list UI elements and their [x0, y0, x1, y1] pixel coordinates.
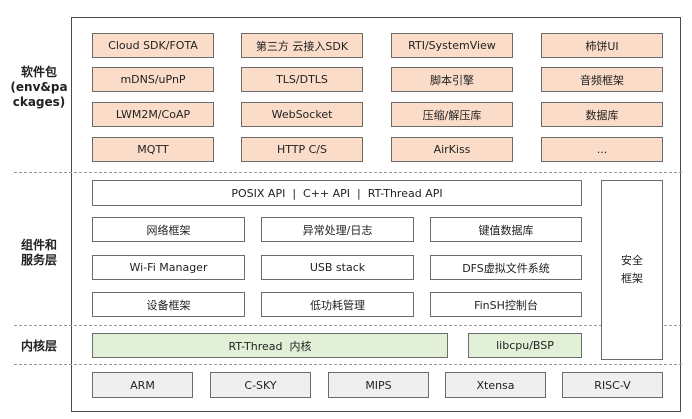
- component-label: DFS虚拟文件系统: [462, 261, 550, 275]
- package-label: ...: [596, 143, 608, 156]
- package-box: RTI/SystemView: [391, 33, 513, 58]
- component-label: 键值数据库: [478, 223, 534, 237]
- component-box: USB stack: [261, 255, 414, 280]
- package-box: TLS/DTLS: [241, 67, 363, 92]
- component-box: 键值数据库: [430, 217, 582, 242]
- package-box: 柿饼UI: [541, 33, 663, 58]
- kernel-label: RT-Thread 内核: [228, 339, 312, 353]
- component-box: 设备框架: [92, 292, 245, 317]
- package-label: 脚本引擎: [430, 73, 474, 87]
- package-label: LWM2M/CoAP: [115, 108, 191, 121]
- arch-box: RISC-V: [562, 372, 663, 398]
- bsp-label: libcpu/BSP: [496, 339, 554, 352]
- api-bar-label: POSIX API | C++ API | RT-Thread API: [231, 186, 443, 200]
- component-label: 异常处理/日志: [302, 223, 373, 237]
- package-label: mDNS/uPnP: [120, 73, 186, 86]
- arch-label: RISC-V: [594, 378, 631, 392]
- package-box: ...: [541, 137, 663, 162]
- component-box: DFS虚拟文件系统: [430, 255, 582, 280]
- package-label: WebSocket: [271, 108, 333, 121]
- component-label: Wi-Fi Manager: [129, 261, 208, 274]
- layer-label-kernel: 内核层: [8, 339, 70, 354]
- package-label: MQTT: [137, 143, 169, 156]
- bsp-box: libcpu/BSP: [468, 333, 582, 358]
- component-label: USB stack: [309, 261, 366, 274]
- package-label: 音频框架: [580, 73, 624, 87]
- component-label: 低功耗管理: [310, 298, 365, 312]
- package-box: 脚本引擎: [391, 67, 513, 92]
- arch-label: ARM: [130, 378, 155, 392]
- arch-box: ARM: [92, 372, 193, 398]
- package-box: LWM2M/CoAP: [92, 102, 214, 127]
- component-label: 设备框架: [146, 298, 191, 312]
- layer-separator: [14, 325, 682, 326]
- arch-label: Xtensa: [476, 378, 515, 392]
- component-box: Wi-Fi Manager: [92, 255, 245, 280]
- package-box: WebSocket: [241, 102, 363, 127]
- arch-label: MIPS: [365, 378, 392, 392]
- package-box: 压缩/解压库: [391, 102, 513, 127]
- package-label: Cloud SDK/FOTA: [108, 39, 198, 52]
- layer-label-text: 软件包 (env&pa ckages): [10, 65, 68, 109]
- arch-label: C-SKY: [244, 378, 277, 392]
- component-box: FinSH控制台: [430, 292, 582, 317]
- layer-label-text: 组件和 服务层: [20, 238, 57, 267]
- package-box: Cloud SDK/FOTA: [92, 33, 214, 58]
- package-label: 第三方 云接入SDK: [255, 39, 349, 53]
- component-box: 网络框架: [92, 217, 245, 242]
- arch-box: MIPS: [328, 372, 429, 398]
- package-label: 柿饼UI: [585, 39, 619, 53]
- package-box: HTTP C/S: [241, 137, 363, 162]
- package-box: 音频框架: [541, 67, 663, 92]
- layer-separator: [14, 364, 682, 365]
- package-label: AirKiss: [433, 143, 471, 156]
- security-framework-box: 安全 框架: [601, 180, 663, 360]
- package-box: MQTT: [92, 137, 214, 162]
- component-box: 异常处理/日志: [261, 217, 414, 242]
- layer-label-software-packages: 软件包 (env&pa ckages): [8, 65, 70, 110]
- package-box: 第三方 云接入SDK: [241, 33, 363, 58]
- package-box: 数据库: [541, 102, 663, 127]
- package-label: RTI/SystemView: [408, 39, 496, 52]
- package-label: TLS/DTLS: [276, 73, 328, 86]
- component-label: 网络框架: [146, 223, 191, 237]
- layer-separator: [14, 172, 682, 173]
- layer-label-text: 内核层: [20, 339, 57, 353]
- package-label: 压缩/解压库: [422, 108, 482, 122]
- component-box: 低功耗管理: [261, 292, 414, 317]
- arch-box: C-SKY: [210, 372, 311, 398]
- package-box: mDNS/uPnP: [92, 67, 214, 92]
- layer-label-components: 组件和 服务层: [8, 238, 70, 268]
- security-framework-label: 安全 框架: [621, 254, 643, 285]
- package-label: HTTP C/S: [276, 143, 327, 156]
- api-bar: POSIX API | C++ API | RT-Thread API: [92, 180, 582, 206]
- kernel-box: RT-Thread 内核: [92, 333, 448, 358]
- package-box: AirKiss: [391, 137, 513, 162]
- package-label: 数据库: [585, 108, 619, 122]
- component-label: FinSH控制台: [474, 298, 538, 312]
- arch-box: Xtensa: [445, 372, 546, 398]
